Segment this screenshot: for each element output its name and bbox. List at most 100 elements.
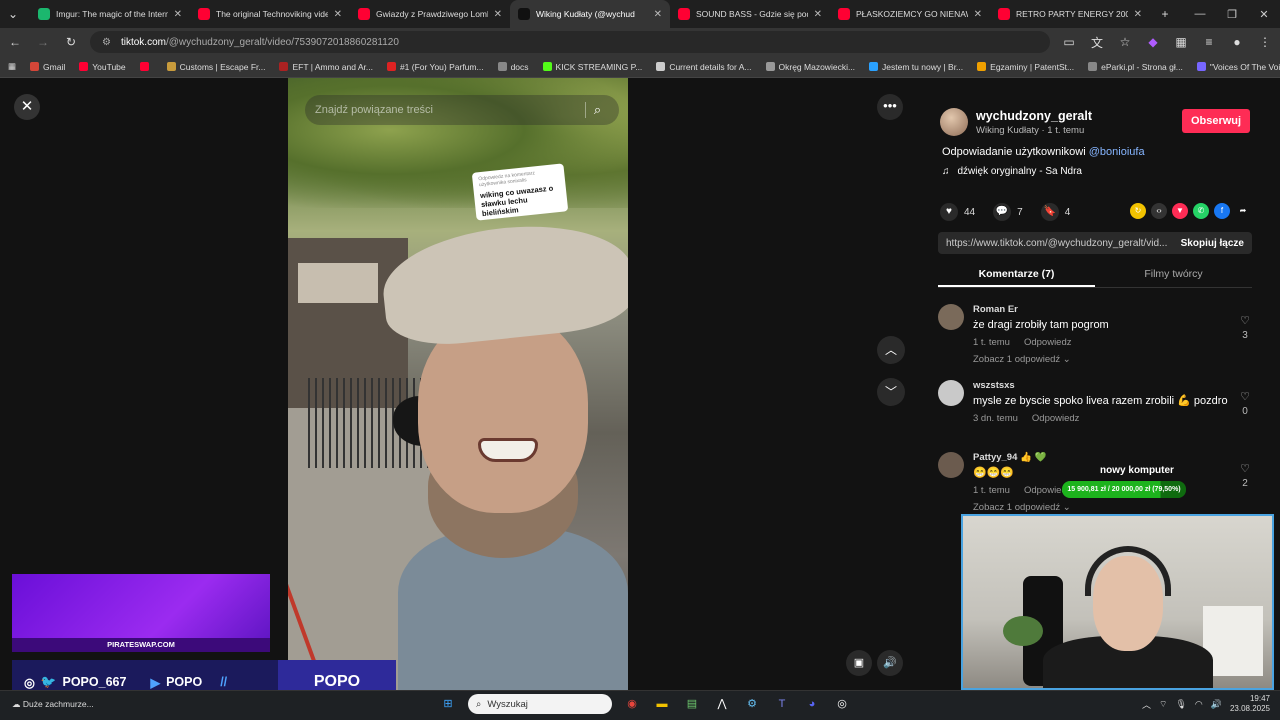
bookmark-item[interactable] (139, 62, 153, 72)
comment-user[interactable]: wszstsxs (973, 380, 1233, 391)
extensions-icon[interactable]: ▦ (1172, 35, 1190, 49)
url-field[interactable]: ⚙ tiktok.com/@wychudzony_geralt/video/75… (90, 31, 1050, 53)
teams-icon[interactable]: T (772, 694, 792, 714)
sound-name[interactable]: dźwięk oryginalny - Sa Ndra (958, 166, 1083, 177)
forward-icon[interactable]: → (34, 35, 52, 49)
sound-link[interactable]: ♫ dźwięk oryginalny - Sa Ndra (942, 166, 1082, 177)
reply-button[interactable]: Odpowiedz (1024, 337, 1072, 348)
author-username[interactable]: wychudzony_geralt (976, 109, 1092, 123)
bookmark-item[interactable]: EFT | Ammo and Ar... (279, 62, 373, 72)
media-icon[interactable]: ≡ (1200, 35, 1218, 49)
volume-icon[interactable]: 🔊 (877, 650, 903, 676)
whatsapp-icon[interactable]: ✆ (1193, 203, 1209, 219)
tray-chevron-icon[interactable]: ︿ (1142, 698, 1151, 711)
view-replies-button[interactable]: Zobacz 1 odpowiedź ⌄ (973, 502, 1233, 513)
avatar[interactable] (940, 108, 968, 136)
minimize-icon[interactable]: — (1184, 8, 1216, 20)
translate-icon[interactable]: 文 (1088, 34, 1106, 51)
browser-tab[interactable]: SOUND BASS - Gdzie się podzi ✕ (670, 0, 830, 28)
reply-button[interactable]: Odpowiedz (1032, 413, 1080, 424)
app-icon[interactable]: ⋀ (712, 694, 732, 714)
embed-icon[interactable]: ‹› (1151, 203, 1167, 219)
close-tab-icon[interactable]: ✕ (974, 9, 982, 20)
mention-link[interactable]: @bonioiufa (1089, 146, 1145, 158)
comment-avatar[interactable] (938, 304, 964, 330)
bookmark-icon[interactable]: 🔖 (1040, 203, 1059, 221)
bookmark-item[interactable]: Gmail (30, 62, 65, 72)
repost-icon[interactable]: ↻ (1130, 203, 1146, 219)
extension-icon[interactable]: ◆ (1144, 35, 1162, 49)
close-tab-icon[interactable]: ✕ (1134, 9, 1142, 20)
related-search-input[interactable]: Znajdź powiązane treści (315, 104, 585, 116)
more-options-button[interactable]: ••• (877, 94, 903, 120)
follow-button[interactable]: Obserwuj (1182, 109, 1250, 133)
close-video-button[interactable]: ✕ (14, 94, 40, 120)
weather-widget[interactable]: ☁ Duże zachmurze... (12, 699, 94, 710)
bookmark-item[interactable]: Okręg Mazowiecki... (765, 62, 855, 72)
share-icon[interactable]: ➦ (1235, 203, 1251, 219)
comment-user[interactable]: Pattyy_94 👍 💚 (973, 452, 1233, 463)
previous-video-button[interactable]: ︿ (877, 336, 905, 364)
chrome-icon[interactable]: ◉ (622, 694, 642, 714)
browser-tab[interactable]: RETRO PARTY ENERGY 2000 P ✕ (990, 0, 1150, 28)
bookmark-item[interactable]: Customs | Escape Fr... (166, 62, 265, 72)
close-tab-icon[interactable]: ✕ (814, 9, 822, 20)
browser-tab[interactable]: Gwiazdy z Prawdziwego Lomb ✕ (350, 0, 510, 28)
tab-creator-videos[interactable]: Filmy twórcy (1095, 264, 1252, 287)
browser-tab[interactable]: PŁASKOZIEMCY GO NIENAWID ✕ (830, 0, 990, 28)
reload-icon[interactable]: ↻ (62, 35, 80, 49)
comment-avatar[interactable] (938, 380, 964, 406)
back-icon[interactable]: ← (6, 35, 24, 49)
view-replies-button[interactable]: Zobacz 1 odpowiedź ⌄ (973, 354, 1233, 365)
bookmark-item[interactable]: YouTube (79, 62, 126, 72)
steam-icon[interactable]: ⚙ (742, 694, 762, 714)
copy-link-button[interactable]: Skopiuj łącze (1173, 238, 1252, 249)
new-tab-button[interactable]: + (1156, 7, 1174, 21)
next-video-button[interactable]: ﹀ (877, 378, 905, 406)
bookmark-item[interactable]: docs (497, 62, 529, 72)
close-tab-icon[interactable]: ✕ (654, 9, 662, 20)
clock[interactable]: 19:47 23.08.2025 (1230, 694, 1270, 714)
profile-icon[interactable]: ● (1228, 35, 1246, 49)
obs-icon[interactable]: ◎ (832, 694, 852, 714)
comment-like-icon[interactable]: ♡ (1238, 314, 1252, 327)
bookmark-item[interactable]: Current details for A... (656, 62, 752, 72)
related-search-bar[interactable]: Znajdź powiązane treści ⌕ (305, 95, 619, 125)
browser-tab[interactable]: Wiking Kudłaty (@wychud ✕ (510, 0, 670, 28)
bookmark-star-icon[interactable]: ☆ (1116, 35, 1134, 49)
site-info-icon[interactable]: ⚙ (102, 37, 111, 48)
floating-player-icon[interactable]: ▣ (846, 650, 872, 676)
windows-start-icon[interactable]: ⊞ (438, 694, 458, 714)
notes-icon[interactable]: ▤ (682, 694, 702, 714)
network-icon[interactable]: ⌔ (1159, 699, 1167, 710)
wifi-icon[interactable]: ◠ (1195, 699, 1203, 710)
comment-user[interactable]: Roman Er (973, 304, 1233, 315)
like-icon[interactable]: ♥ (940, 203, 958, 221)
browser-tab[interactable]: Imgur: The magic of the Interne ✕ (30, 0, 190, 28)
search-icon[interactable]: ⌕ (585, 102, 609, 118)
comment-icon[interactable]: 💬 (993, 203, 1012, 221)
taskbar-search[interactable]: ⌕ Wyszukaj (468, 694, 612, 714)
bookmark-item[interactable]: eParki.pl - Strona gł... (1088, 62, 1183, 72)
apps-icon[interactable]: ▦ (8, 61, 16, 72)
file-explorer-icon[interactable]: ▬ (652, 694, 672, 714)
close-window-icon[interactable]: ✕ (1248, 8, 1280, 21)
mic-icon[interactable]: 🎙 (1175, 699, 1186, 710)
browser-tab[interactable]: The original Technoviking vide ✕ (190, 0, 350, 28)
speaker-icon[interactable]: 🔊 (1211, 699, 1222, 710)
bookmark-item[interactable]: KICK STREAMING P... (542, 62, 642, 72)
discord-icon[interactable]: ◕ (802, 694, 822, 714)
video-player[interactable] (288, 78, 628, 690)
facebook-icon[interactable]: f (1214, 203, 1230, 219)
menu-icon[interactable]: ⋮ (1256, 35, 1274, 49)
comment-like-icon[interactable]: ♡ (1238, 462, 1252, 475)
tab-comments[interactable]: Komentarze (7) (938, 264, 1095, 287)
cast-icon[interactable]: ▭ (1060, 35, 1078, 49)
tab-search-icon[interactable]: ⌄ (4, 7, 22, 21)
video-link[interactable]: https://www.tiktok.com/@wychudzony_geral… (938, 238, 1173, 249)
bookmark-item[interactable]: #1 (For You) Parfum... (386, 62, 484, 72)
close-tab-icon[interactable]: ✕ (494, 9, 502, 20)
bookmark-item[interactable]: Egzaminy | PatentSt... (977, 62, 1074, 72)
comment-like-icon[interactable]: ♡ (1238, 390, 1252, 403)
bookmark-item[interactable]: "Voices Of The Void... (1196, 62, 1280, 72)
